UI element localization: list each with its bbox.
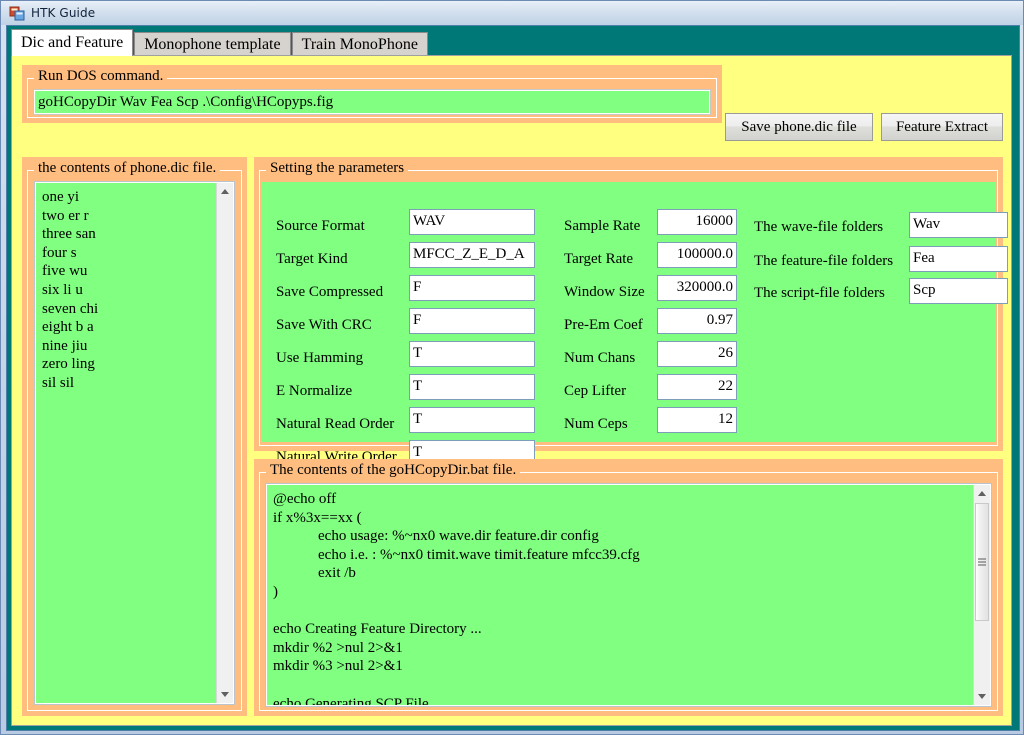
tab-train-monophone[interactable]: Train MonoPhone xyxy=(291,32,428,56)
input-cep-lifter[interactable]: 22 xyxy=(657,374,737,400)
bat-contents-textarea[interactable]: @echo off if x%3x==xx ( echo usage: %~nx… xyxy=(265,483,992,707)
input-window-size[interactable]: 320000.0 xyxy=(657,275,737,301)
group-title-phone-dic: the contents of phone.dic file. xyxy=(34,160,221,177)
scroll-down-arrow-icon[interactable] xyxy=(974,688,990,705)
label-save-compressed: Save Compressed xyxy=(276,284,384,300)
group-title-run-dos-command: Run DOS command. xyxy=(34,68,168,85)
input-target-kind[interactable]: MFCC_Z_E_D_A xyxy=(409,242,535,268)
input-source-format[interactable]: WAV xyxy=(409,209,535,235)
scrollbar-thumb[interactable] xyxy=(975,503,989,621)
feature-extract-button[interactable]: Feature Extract xyxy=(881,113,1003,141)
label-wave-file-folders: The wave-file folders xyxy=(754,219,884,235)
input-save-compressed[interactable]: F xyxy=(409,275,535,301)
group-title-bat-contents: The contents of the goHCopyDir.bat file. xyxy=(266,462,521,479)
group-title-setting-parameters: Setting the parameters xyxy=(266,160,409,177)
label-e-normalize: E Normalize xyxy=(276,383,353,399)
label-cep-lifter: Cep Lifter xyxy=(564,383,627,399)
group-setting-parameters: Setting the parameters Source Format WAV… xyxy=(254,157,1008,466)
bat-contents-scrollbar[interactable] xyxy=(973,485,990,705)
phone-dic-text: one yi two er r three san four s five wu… xyxy=(42,189,99,391)
group-run-dos-command: Run DOS command. goHCopyDir Wav Fea Scp … xyxy=(22,65,722,123)
label-sample-rate: Sample Rate xyxy=(564,218,641,234)
window-title: HTK Guide xyxy=(31,6,96,20)
input-feature-file-folders[interactable]: Fea xyxy=(909,246,1008,272)
input-save-with-crc[interactable]: F xyxy=(409,308,535,334)
input-pre-em-coef[interactable]: 0.97 xyxy=(657,308,737,334)
input-wave-file-folders[interactable]: Wav xyxy=(909,212,1008,238)
input-script-file-folders[interactable]: Scp xyxy=(909,278,1008,304)
label-pre-em-coef: Pre-Em Coef xyxy=(564,317,643,333)
phone-dic-textarea[interactable]: one yi two er r three san four s five wu… xyxy=(34,181,235,705)
label-script-file-folders: The script-file folders xyxy=(754,285,885,301)
phone-dic-scrollbar[interactable] xyxy=(216,183,233,703)
input-target-rate[interactable]: 100000.0 xyxy=(657,242,737,268)
scrollbar-grip-icon xyxy=(978,557,986,568)
dos-command-input[interactable]: goHCopyDir Wav Fea Scp .\Config\HCopyps.… xyxy=(33,89,711,115)
tab-dic-and-feature[interactable]: Dic and Feature xyxy=(11,29,134,56)
group-phone-dic-contents: the contents of phone.dic file. one yi t… xyxy=(22,157,247,716)
scroll-down-arrow-icon[interactable] xyxy=(217,686,233,703)
label-num-chans: Num Chans xyxy=(564,350,636,366)
app-window: HTK Guide Dic and Feature Monophone temp… xyxy=(0,0,1024,735)
label-save-with-crc: Save With CRC xyxy=(276,317,372,333)
input-e-normalize[interactable]: T xyxy=(409,374,535,400)
label-target-kind: Target Kind xyxy=(276,251,348,267)
label-window-size: Window Size xyxy=(564,284,645,300)
input-natural-read-order[interactable]: T xyxy=(409,407,535,433)
scroll-up-arrow-icon[interactable] xyxy=(217,183,233,200)
input-num-ceps[interactable]: 12 xyxy=(657,407,737,433)
app-form-icon xyxy=(9,5,25,21)
input-sample-rate[interactable]: 16000 xyxy=(657,209,737,235)
save-phone-dic-button[interactable]: Save phone.dic file xyxy=(725,113,873,141)
label-natural-read-order: Natural Read Order xyxy=(276,416,395,432)
label-num-ceps: Num Ceps xyxy=(564,416,628,432)
label-target-rate: Target Rate xyxy=(564,251,634,267)
title-bar: HTK Guide xyxy=(1,1,1023,25)
bat-contents-text: @echo off if x%3x==xx ( echo usage: %~nx… xyxy=(273,491,640,706)
tab-strip: Dic and Feature Monophone template Train… xyxy=(11,29,429,56)
input-use-hamming[interactable]: T xyxy=(409,341,535,367)
label-feature-file-folders: The feature-file folders xyxy=(754,253,894,269)
client-area: Dic and Feature Monophone template Train… xyxy=(6,25,1020,731)
input-num-chans[interactable]: 26 xyxy=(657,341,737,367)
scroll-up-arrow-icon[interactable] xyxy=(974,485,990,502)
tab-monophone-template[interactable]: Monophone template xyxy=(134,32,291,56)
tab-page-dic-and-feature: Run DOS command. goHCopyDir Wav Fea Scp … xyxy=(11,55,1012,726)
label-use-hamming: Use Hamming xyxy=(276,350,364,366)
label-source-format: Source Format xyxy=(276,218,365,234)
group-bat-contents: The contents of the goHCopyDir.bat file.… xyxy=(254,459,1003,716)
